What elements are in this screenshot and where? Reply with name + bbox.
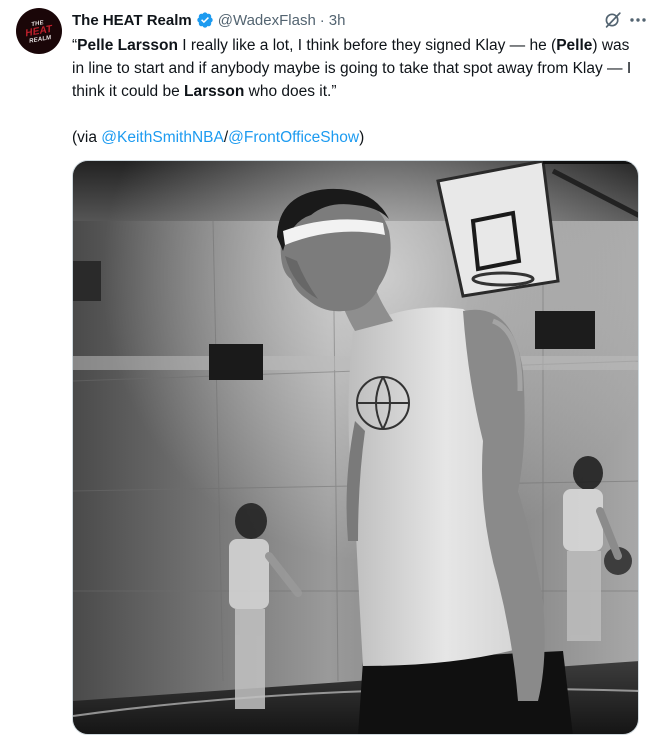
tweet-text: “Pelle Larsson I really like a lot, I th… (72, 34, 642, 149)
verified-badge-icon[interactable] (196, 11, 214, 29)
display-name[interactable]: The HEAT Realm (72, 12, 192, 29)
avatar[interactable]: THE HEAT REALM (16, 8, 62, 54)
tweet-attribution: (via @KeithSmithNBA/@FrontOfficeShow) (72, 129, 365, 146)
avatar-logo: THE HEAT REALM (24, 20, 54, 45)
grok-icon[interactable] (602, 9, 624, 31)
mention-link[interactable]: @KeithSmithNBA (101, 129, 224, 146)
tweet-body: “Pelle Larsson I really like a lot, I th… (72, 37, 632, 100)
tweet-photo[interactable] (72, 160, 639, 735)
more-options-icon[interactable] (627, 10, 649, 30)
mention-link[interactable]: @FrontOfficeShow (228, 129, 359, 146)
basketball-player-photo (73, 161, 638, 734)
tweet-header: The HEAT Realm @WadexFlash · 3h (72, 9, 345, 31)
timestamp[interactable]: 3h (329, 12, 346, 29)
separator-dot: · (319, 11, 325, 29)
handle[interactable]: @WadexFlash (218, 12, 316, 29)
